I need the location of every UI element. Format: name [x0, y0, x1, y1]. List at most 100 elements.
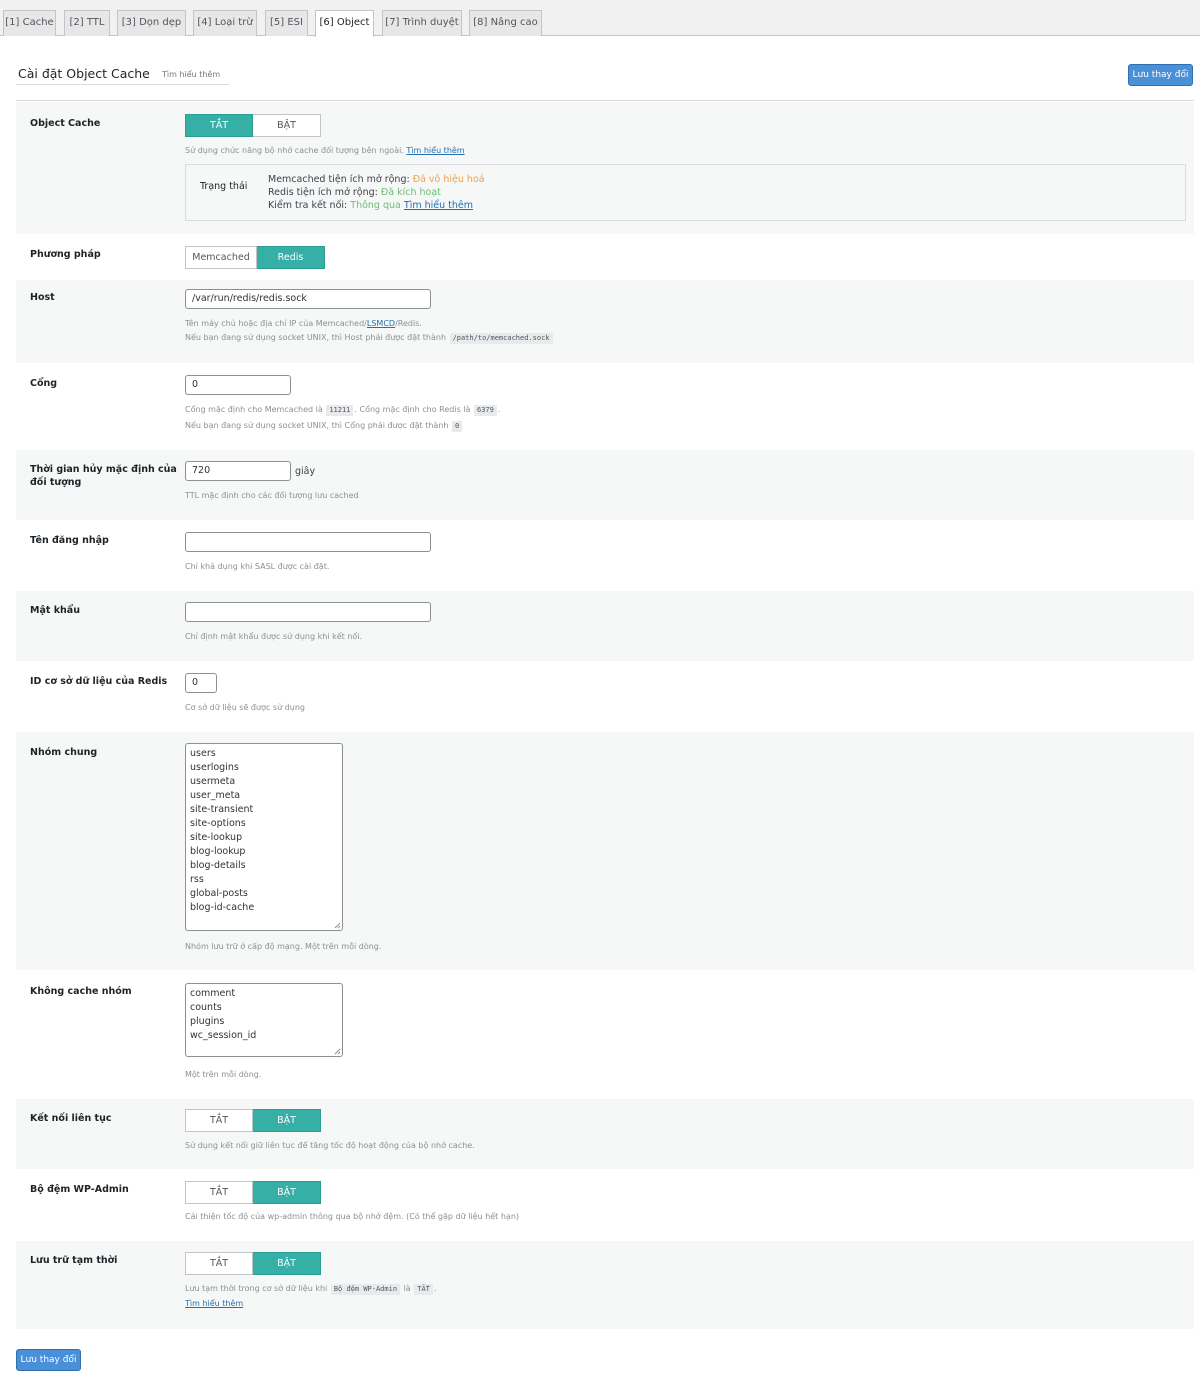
transients-learn-link[interactable]: Tìm hiểu thêm	[185, 1299, 243, 1308]
host-label: Host	[30, 292, 55, 303]
tab-ttl[interactable]: [2] TTL	[64, 10, 110, 36]
global-groups-description: Nhóm lưu trữ ở cấp độ mạng. Một trên mỗi…	[185, 942, 382, 951]
status-connection-text: Kiểm tra kết nối:	[268, 200, 348, 211]
global-group-line: site-transient	[190, 804, 254, 815]
no-cache-group-line: wc_session_id	[190, 1030, 257, 1041]
transients-on-option[interactable]: BẬT	[253, 1252, 321, 1275]
resize-grip-icon[interactable]	[334, 922, 341, 929]
wp-admin-toggle: TẮT BẬT	[185, 1181, 321, 1204]
wp-admin-label: Bộ đệm WP-Admin	[30, 1184, 129, 1195]
wp-admin-description: Cải thiện tốc độ của wp-admin thông qua …	[185, 1212, 520, 1221]
transients-learn: Tìm hiểu thêm	[185, 1298, 243, 1310]
method-redis-option[interactable]: Redis	[257, 246, 325, 269]
ttl-unit: giây	[295, 466, 316, 477]
status-redis: Redis tiện ích mở rộng: Đã kích hoạt	[268, 187, 441, 198]
section-heading: Cài đặt Object Cache Tìm hiểu thêm	[16, 62, 229, 85]
global-group-line: site-options	[190, 818, 246, 829]
save-button-top[interactable]: Lưu thay đổi	[1128, 64, 1193, 86]
persistent-on-option[interactable]: BẬT	[253, 1109, 321, 1132]
persistent-label: Kết nối liên tục	[30, 1113, 112, 1124]
host-input[interactable]: /var/run/redis/redis.sock	[185, 289, 431, 309]
ttl-description: TTL mặc định cho các đối tượng lưu cache…	[185, 491, 359, 500]
save-button-bottom[interactable]: Lưu thay đổi	[16, 1349, 81, 1371]
no-cache-group-line: plugins	[190, 1016, 225, 1027]
settings-tab-bar: [1] Cache [2] TTL [3] Dọn dẹp [4] Loại t…	[0, 0, 1200, 37]
status-redis-value: Đã kích hoạt	[380, 187, 441, 198]
tab-object[interactable]: [6] Object	[315, 10, 374, 37]
port-input[interactable]: 0	[185, 375, 291, 395]
method-toggle: Memcached Redis	[185, 246, 325, 269]
redis-db-label: ID cơ sở dữ liệu của Redis	[30, 676, 168, 687]
password-description: Chỉ định mật khẩu được sử dụng khi kết n…	[185, 632, 363, 641]
status-memcached-value: Đã vô hiệu hoá	[412, 174, 485, 185]
transients-desc-text: Lưu tạm thời trong cơ sở dữ liệu khi	[185, 1284, 328, 1293]
wp-admin-code: Bộ đệm WP-Admin	[330, 1284, 401, 1295]
username-label: Tên đăng nhập	[30, 535, 109, 546]
transients-description: Lưu tạm thời trong cơ sở dữ liệu khi Bộ …	[185, 1283, 436, 1295]
redis-db-description: Cơ sở dữ liệu sẽ được sử dụng	[185, 703, 305, 712]
persistent-description: Sử dụng kết nối giữ liên tục để tăng tốc…	[185, 1141, 475, 1150]
wp-admin-on-option[interactable]: BẬT	[253, 1181, 321, 1204]
port-desc-end: .	[497, 405, 501, 414]
status-learn-link[interactable]: Tìm hiểu thêm	[404, 200, 473, 211]
status-box: Trạng thái Memcached tiện ích mở rộng: Đ…	[185, 164, 1186, 221]
global-groups-label: Nhóm chung	[30, 747, 98, 758]
password-label: Mật khẩu	[30, 605, 80, 616]
status-memcached-text: Memcached tiện ích mở rộng:	[268, 174, 410, 185]
tab-esi[interactable]: [5] ESI	[265, 10, 308, 36]
global-group-line: users	[190, 748, 216, 759]
status-redis-text: Redis tiện ích mở rộng:	[268, 187, 378, 198]
object-cache-learn-link[interactable]: Tìm hiểu thêm	[406, 146, 464, 155]
object-cache-toggle: TẮT BẬT	[185, 114, 321, 137]
ttl-input[interactable]: 720	[185, 461, 291, 481]
off-code: TẮT	[414, 1284, 433, 1295]
global-group-line: global-posts	[190, 888, 248, 899]
global-group-line: userlogins	[190, 762, 239, 773]
object-cache-label: Object Cache	[30, 118, 101, 129]
no-cache-groups-textarea[interactable]: comment counts plugins wc_session_id	[185, 983, 343, 1057]
object-cache-off-option[interactable]: TẮT	[185, 114, 253, 137]
host-description-2: Nếu bạn đang sử dụng socket UNIX, thì Ho…	[185, 332, 554, 344]
object-cache-description: Sử dụng chức năng bộ nhớ cache đối tượng…	[185, 145, 465, 157]
tab-cache[interactable]: [1] Cache	[3, 10, 56, 36]
host-path-code: /path/to/memcached.sock	[449, 333, 553, 344]
resize-grip-icon[interactable]	[334, 1048, 341, 1055]
tab-excludes[interactable]: [4] Loại trừ	[193, 10, 257, 36]
object-cache-on-option[interactable]: BẬT	[253, 114, 321, 137]
password-input[interactable]	[185, 602, 431, 622]
global-group-line: usermeta	[190, 776, 236, 787]
transients-desc-end: .	[433, 1284, 437, 1293]
global-group-line: rss	[190, 874, 204, 885]
global-group-line: blog-id-cache	[190, 902, 255, 913]
tab-advanced[interactable]: [8] Nâng cao	[469, 10, 542, 36]
lsmcd-link[interactable]: LSMCD	[367, 319, 395, 328]
username-input[interactable]	[185, 532, 431, 552]
port-desc-text: Cổng mặc định cho Memcached là	[185, 405, 323, 414]
redis-port-code: 6379	[473, 405, 497, 416]
object-cache-desc-text: Sử dụng chức năng bộ nhớ cache đối tượng…	[185, 146, 404, 155]
port-desc-mid: . Cổng mặc định cho Redis là	[354, 405, 471, 414]
host-desc2-text: Nếu bạn đang sử dụng socket UNIX, thì Ho…	[185, 333, 447, 342]
no-cache-groups-description: Một trên mỗi dòng.	[185, 1070, 262, 1079]
transients-off-option[interactable]: TẮT	[185, 1252, 253, 1275]
global-groups-textarea[interactable]: users userlogins usermeta user_meta site…	[185, 743, 343, 931]
port-zero-code: 0	[451, 421, 463, 432]
ttl-label: Thời gian hủy mặc định của đối tượng	[30, 464, 177, 488]
port-desc2-text: Nếu bạn đang sử dụng socket UNIX, thì Cổ…	[185, 421, 449, 430]
method-memcached-option[interactable]: Memcached	[185, 246, 257, 269]
global-group-line: user_meta	[190, 790, 241, 801]
port-description-2: Nếu bạn đang sử dụng socket UNIX, thì Cổ…	[185, 420, 463, 432]
no-cache-group-line: comment	[190, 988, 236, 999]
transients-desc-mid: là	[403, 1284, 411, 1293]
wp-admin-off-option[interactable]: TẮT	[185, 1181, 253, 1204]
persistent-off-option[interactable]: TẮT	[185, 1109, 253, 1132]
learn-more-link[interactable]: Tìm hiểu thêm	[162, 70, 220, 79]
status-connection-value: Thông qua	[350, 200, 401, 211]
page-title: Cài đặt Object Cache	[18, 66, 150, 81]
tab-purge[interactable]: [3] Dọn dẹp	[117, 10, 186, 36]
global-group-line: site-lookup	[190, 832, 243, 843]
divider	[16, 100, 1194, 101]
redis-db-input[interactable]: 0	[185, 673, 217, 693]
tab-browser[interactable]: [7] Trình duyệt	[382, 10, 462, 36]
status-memcached: Memcached tiện ích mở rộng: Đã vô hiệu h…	[268, 174, 485, 185]
